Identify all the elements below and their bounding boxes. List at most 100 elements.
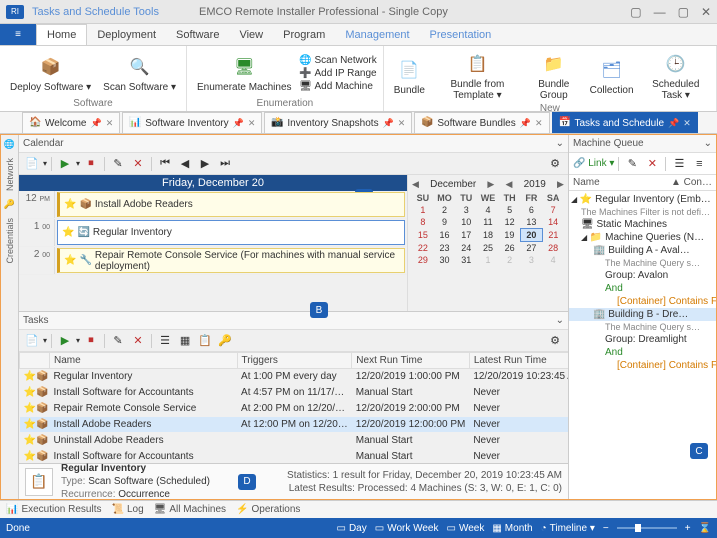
- calendar-grid[interactable]: 12 PM⭐📦Install Adobe Readers 1 00⭐🔄Regul…: [19, 191, 407, 311]
- view-week-button[interactable]: ▭ Week: [447, 523, 485, 534]
- tree-item[interactable]: The Machine Query s…: [569, 257, 716, 269]
- tab-program[interactable]: Program: [273, 24, 335, 45]
- stop-task-button[interactable]: ⏹: [82, 332, 100, 350]
- panel-chevron-icon[interactable]: ⌄: [704, 138, 712, 149]
- close-tab-icon[interactable]: ✕: [398, 118, 406, 129]
- bundle-button[interactable]: 📄Bundle: [390, 54, 429, 98]
- execution-results-tab[interactable]: 📊 Execution Results: [6, 504, 102, 515]
- bundle-from-template-button[interactable]: 📋Bundle from Template ▾: [433, 48, 522, 103]
- list-view-button[interactable]: ☰: [156, 332, 174, 350]
- credentials-rail-tab[interactable]: Credentials: [5, 218, 15, 264]
- zoom-in-icon[interactable]: +: [685, 523, 691, 534]
- dropdown-icon[interactable]: ▾: [76, 159, 80, 168]
- calendar-today[interactable]: 20: [521, 229, 543, 242]
- gear-icon[interactable]: ⚙: [546, 332, 564, 350]
- col-latest-run[interactable]: Latest Run Time: [469, 353, 568, 369]
- year-next-icon[interactable]: ▶: [557, 179, 564, 190]
- calendar-event[interactable]: ⭐🔄Regular Inventory: [57, 220, 405, 245]
- run-task-button[interactable]: ▶: [56, 332, 74, 350]
- table-row[interactable]: ⭐📦Uninstall Adobe ReadersManual StartNev…: [20, 433, 569, 449]
- year-prev-icon[interactable]: ◀: [506, 179, 513, 190]
- minimize-icon[interactable]: —: [654, 5, 666, 19]
- tree-item[interactable]: [Container] Contains Flo…: [569, 295, 716, 308]
- edit-button[interactable]: ✎: [109, 155, 127, 173]
- pin-icon[interactable]: 📌: [233, 118, 244, 129]
- table-row[interactable]: ⭐📦Regular InventoryAt 1:00 PM every day1…: [20, 369, 569, 385]
- pin-icon[interactable]: 📌: [383, 118, 394, 129]
- scan-software-button[interactable]: 🔍Scan Software ▾: [99, 51, 180, 95]
- all-machines-tab[interactable]: 🖥 All Machines: [154, 504, 226, 515]
- delete-task-button[interactable]: ✕: [129, 332, 147, 350]
- tree-item[interactable]: 🏢 Building B - Dre…: [569, 308, 716, 321]
- collection-button[interactable]: 🗂Collection: [586, 54, 638, 98]
- run-button[interactable]: ▶: [56, 155, 74, 173]
- doc-tab-software-bundles[interactable]: 📦Software Bundles📌✕: [414, 112, 549, 133]
- tree-item[interactable]: Group: Avalon: [569, 269, 716, 282]
- tree-item[interactable]: 🖥 Static Machines: [569, 218, 716, 231]
- delete-button[interactable]: ✕: [643, 155, 661, 173]
- close-tab-icon[interactable]: ✕: [106, 118, 114, 129]
- edit-task-button[interactable]: ✎: [109, 332, 127, 350]
- expand-button[interactable]: ≡: [690, 155, 708, 173]
- pin-icon[interactable]: 📌: [668, 118, 679, 129]
- close-tab-icon[interactable]: ✕: [535, 118, 543, 129]
- table-row[interactable]: ⭐📦Install Adobe ReadersAt 12:00 PM on 12…: [20, 417, 569, 433]
- tab-management[interactable]: Management: [335, 24, 419, 45]
- enumerate-machines-button[interactable]: 🖥Enumerate Machines: [193, 51, 296, 95]
- view-workweek-button[interactable]: ▭ Work Week: [375, 523, 439, 534]
- close-tab-icon[interactable]: ✕: [248, 118, 256, 129]
- view-month-button[interactable]: ▦ Month: [492, 523, 532, 534]
- col-triggers[interactable]: Triggers: [237, 353, 352, 369]
- nav-first-button[interactable]: ⏮: [156, 155, 174, 173]
- bundle-group-button[interactable]: 📁Bundle Group: [526, 48, 582, 103]
- calendar-event[interactable]: ⭐🔧Repair Remote Console Service (For mac…: [57, 248, 405, 273]
- nav-prev-button[interactable]: ◀: [176, 155, 194, 173]
- close-tab-icon[interactable]: ✕: [683, 118, 691, 129]
- network-rail-tab[interactable]: Network: [5, 158, 15, 191]
- tree-item[interactable]: And: [569, 282, 716, 295]
- add-ip-range-button[interactable]: ➕Add IP Range: [300, 67, 377, 79]
- operations-tab[interactable]: ⚡ Operations: [236, 504, 300, 515]
- doc-tab-software-inventory[interactable]: 📊Software Inventory📌✕: [122, 112, 262, 133]
- tree-item[interactable]: The Machine Query s…: [569, 321, 716, 333]
- pin-icon[interactable]: 📌: [91, 118, 102, 129]
- table-row[interactable]: ⭐📦Install Software for AccountantsAt 4:5…: [20, 385, 569, 401]
- link-button[interactable]: 🔗 Link ▾: [573, 158, 614, 169]
- panel-chevron-icon[interactable]: ⌄: [556, 315, 564, 326]
- tree-item[interactable]: 🏢 Building A - Aval…: [569, 244, 716, 257]
- grid-view-button[interactable]: ▦: [176, 332, 194, 350]
- table-row[interactable]: ⭐📦Install Software for AccountantsManual…: [20, 449, 569, 464]
- view-timeline-button[interactable]: ◔ Timeline ▾: [541, 523, 595, 534]
- nav-next-button[interactable]: ▶: [196, 155, 214, 173]
- tab-home[interactable]: Home: [36, 24, 87, 45]
- tree-item[interactable]: ◢ 📁 Machine Queries (N…: [569, 231, 716, 244]
- file-menu-button[interactable]: ≡: [0, 24, 36, 45]
- maximize-icon[interactable]: ▢: [678, 5, 689, 19]
- filter-button[interactable]: 🔑: [216, 332, 234, 350]
- detail-view-button[interactable]: 📋: [196, 332, 214, 350]
- scan-network-button[interactable]: 🌐Scan Network: [300, 54, 377, 66]
- dropdown-icon[interactable]: ▾: [43, 336, 47, 345]
- new-task-button[interactable]: 📄: [23, 332, 41, 350]
- stop-button[interactable]: ⏹: [82, 155, 100, 173]
- pin-icon[interactable]: 📌: [520, 118, 531, 129]
- calendar-event[interactable]: ⭐📦Install Adobe Readers: [57, 192, 405, 217]
- log-tab[interactable]: 📜 Log: [112, 504, 144, 515]
- add-machine-button[interactable]: 🖥Add Machine: [300, 80, 377, 92]
- new-button[interactable]: 📄: [23, 155, 41, 173]
- zoom-out-icon[interactable]: −: [603, 523, 609, 534]
- dropdown-icon[interactable]: ▾: [43, 159, 47, 168]
- doc-tab-welcome[interactable]: 🏠Welcome📌✕: [22, 112, 120, 133]
- view-day-button[interactable]: ▭ Day: [336, 523, 366, 534]
- tab-view[interactable]: View: [229, 24, 273, 45]
- tree-item[interactable]: [Container] Contains Flo…: [569, 359, 716, 372]
- edit-button[interactable]: ✎: [623, 155, 641, 173]
- tab-software[interactable]: Software: [166, 24, 229, 45]
- nav-last-button[interactable]: ⏭: [216, 155, 234, 173]
- panel-chevron-icon[interactable]: ⌄: [556, 138, 564, 149]
- network-rail-icon[interactable]: 🌐: [4, 139, 15, 150]
- deploy-software-button[interactable]: 📦Deploy Software ▾: [6, 51, 95, 95]
- tasks-grid[interactable]: Name Triggers Next Run Time Latest Run T…: [19, 352, 568, 463]
- gear-icon[interactable]: ⚙: [546, 155, 564, 173]
- col-name[interactable]: Name: [50, 353, 238, 369]
